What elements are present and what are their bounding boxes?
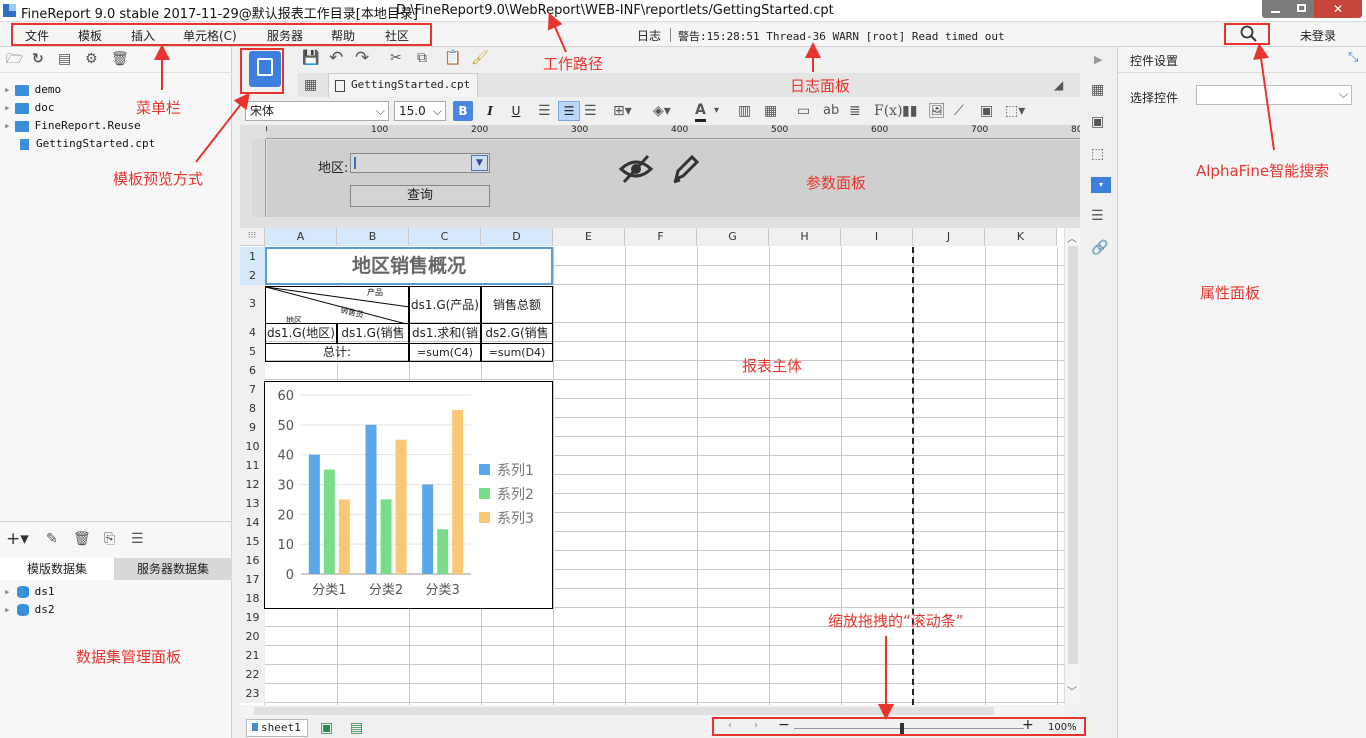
annotation-preview-mode: 模板预览方式 (113, 170, 204, 188)
annotation-param-panel: 参数面板 (806, 174, 867, 192)
annotation-arrows (154, 12, 1275, 720)
annotation-log-panel: 日志面板 (790, 77, 851, 95)
annotation-zoom-scroll: 缩放拖拽的“滚动条” (828, 612, 964, 630)
annotation-alphafine: AlphaFine智能搜索 (1196, 162, 1330, 180)
annotation-menu-bar: 菜单栏 (136, 99, 182, 117)
annotation-report-body: 报表主体 (742, 357, 803, 375)
annotation-dataset-panel: 数据集管理面板 (76, 648, 182, 666)
annotation-work-path: 工作路径 (543, 55, 604, 73)
annotation-property-panel: 属性面板 (1200, 284, 1261, 302)
